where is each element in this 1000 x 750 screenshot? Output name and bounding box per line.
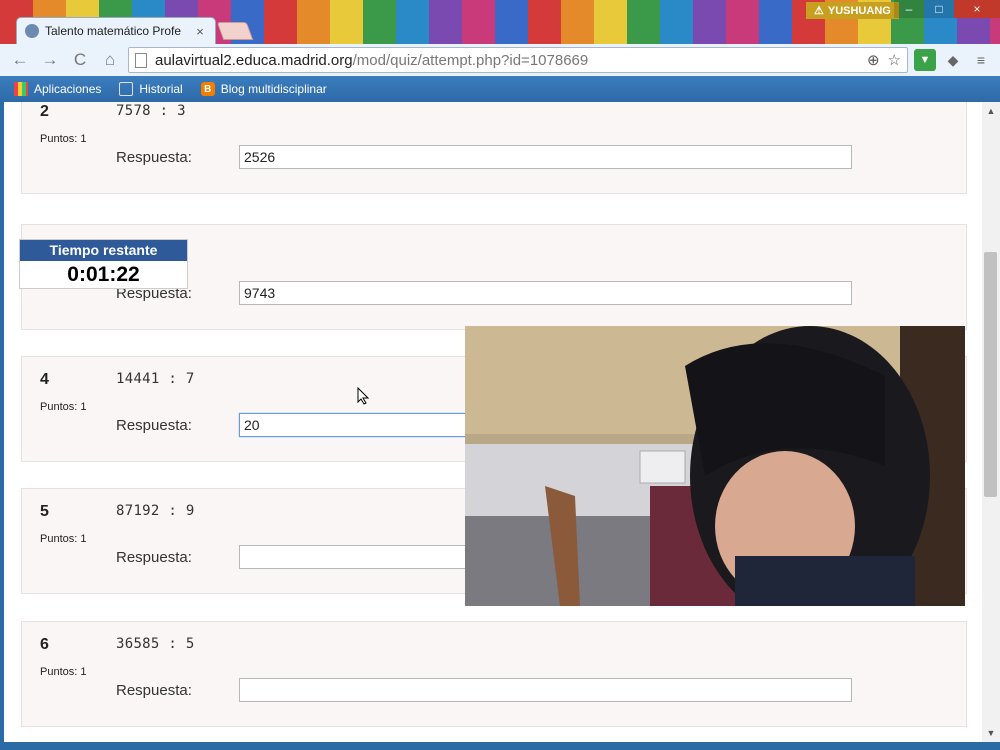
user-name: YUSHUANG xyxy=(827,4,891,17)
apps-icon xyxy=(14,82,28,96)
mouse-cursor-icon xyxy=(357,387,369,405)
timer-label: Tiempo restante xyxy=(20,240,187,261)
url-text: aulavirtual2.educa.madrid.org/mod/quiz/a… xyxy=(155,52,588,69)
extension-icon[interactable]: ◆ xyxy=(942,49,964,71)
question-points: Puntos: 1 xyxy=(40,133,87,145)
maximize-button[interactable]: □ xyxy=(924,0,954,18)
question-points: Puntos: 1 xyxy=(40,666,87,678)
warning-icon: ⚠ xyxy=(814,5,824,17)
page-icon xyxy=(135,52,147,68)
extension-shield-icon[interactable]: ▼ xyxy=(914,49,936,71)
timer-value: 0:01:22 xyxy=(67,263,140,286)
browser-tab[interactable]: Talento matemático Profe × xyxy=(16,17,216,44)
answer-input[interactable] xyxy=(239,281,852,305)
question-points: Puntos: 1 xyxy=(40,533,87,545)
minimize-button[interactable]: – xyxy=(894,0,924,18)
back-button[interactable]: ← xyxy=(8,48,32,72)
bookmarks-bar: Aplicaciones Historial B Blog multidisci… xyxy=(0,76,1000,102)
answer-input[interactable] xyxy=(239,678,852,702)
zoom-icon[interactable]: ⊕ xyxy=(867,51,880,69)
window-bottom-frame xyxy=(0,742,1000,750)
question-number: 6 xyxy=(40,636,49,653)
bookmark-history-label: Historial xyxy=(139,82,183,96)
webcam-video-overlay xyxy=(465,326,965,606)
close-window-button[interactable]: × xyxy=(954,0,1000,18)
question-points: Puntos: 1 xyxy=(40,401,87,413)
new-tab-button[interactable] xyxy=(216,22,254,40)
question-text: 36585 : 5 xyxy=(116,636,195,652)
browser-toolbar: ← → C ⌂ aulavirtual2.educa.madrid.org/mo… xyxy=(0,44,1000,76)
question-card: 2 Puntos: 1 7578 : 3 Respuesta: xyxy=(21,102,967,194)
bookmark-blog-label: Blog multidisciplinar xyxy=(220,82,327,96)
tab-title: Talento matemático Profe xyxy=(45,24,182,38)
answer-label: Respuesta: xyxy=(116,549,192,566)
answer-label: Respuesta: xyxy=(116,682,192,699)
bookmark-history[interactable]: Historial xyxy=(119,82,183,96)
answer-input[interactable] xyxy=(239,145,852,169)
scrollbar-thumb[interactable] xyxy=(984,252,997,497)
question-text: 7578 : 3 xyxy=(116,103,186,119)
history-icon xyxy=(119,82,134,96)
tab-close-icon[interactable]: × xyxy=(193,24,207,39)
question-number: 4 xyxy=(40,371,49,388)
webcam-frame-image xyxy=(465,326,965,606)
bookmark-apps-label: Aplicaciones xyxy=(34,82,102,96)
address-bar[interactable]: aulavirtual2.educa.madrid.org/mod/quiz/a… xyxy=(128,47,908,73)
bookmark-apps[interactable]: Aplicaciones xyxy=(14,82,101,96)
question-text: 87192 : 9 xyxy=(116,503,195,519)
url-path: /mod/quiz/attempt.php?id=1078669 xyxy=(352,51,589,69)
question-number: 5 xyxy=(40,503,49,520)
vertical-scrollbar[interactable]: ▲ ▼ xyxy=(982,102,1000,742)
window-controls: – □ × xyxy=(894,0,1000,18)
quiz-page: 2 Puntos: 1 7578 : 3 Respuesta: Respuest… xyxy=(4,102,982,742)
title-bar: Talento matemático Profe × ⚠ YUSHUANG – … xyxy=(0,0,1000,44)
forward-button[interactable]: → xyxy=(38,48,62,72)
menu-icon[interactable]: ≡ xyxy=(970,49,992,71)
tab-favicon-icon xyxy=(25,24,39,38)
blogger-icon: B xyxy=(200,82,215,96)
answer-label: Respuesta: xyxy=(116,149,192,166)
question-number: 2 xyxy=(40,103,49,120)
url-host: aulavirtual2.educa.madrid.org xyxy=(155,51,353,69)
time-remaining-widget: Tiempo restante 0:01:22 xyxy=(19,239,188,289)
question-card: 6 Puntos: 1 36585 : 5 Respuesta: xyxy=(21,621,967,727)
home-button[interactable]: ⌂ xyxy=(98,48,122,72)
question-text: 14441 : 7 xyxy=(116,371,195,387)
scroll-up-icon[interactable]: ▲ xyxy=(982,102,1000,120)
answer-label: Respuesta: xyxy=(116,417,192,434)
scroll-down-icon[interactable]: ▼ xyxy=(982,724,1000,742)
bookmark-star-icon[interactable]: ☆ xyxy=(888,51,901,69)
reload-button[interactable]: C xyxy=(68,48,92,72)
bookmark-blog[interactable]: B Blog multidisciplinar xyxy=(200,82,327,96)
user-profile-badge[interactable]: ⚠ YUSHUANG xyxy=(806,2,899,19)
